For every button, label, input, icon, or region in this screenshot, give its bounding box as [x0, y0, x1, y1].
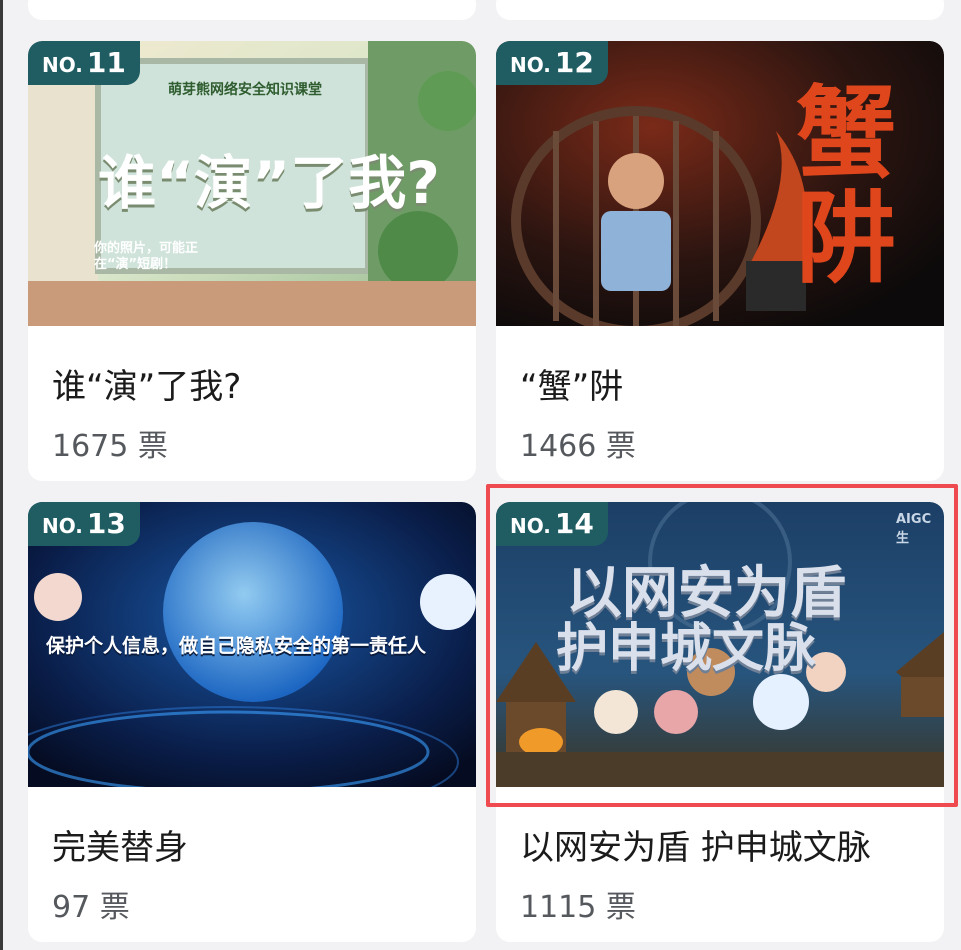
- rank-number: 11: [86, 46, 126, 79]
- rank-number: 12: [554, 46, 594, 79]
- rank-prefix: NO.: [510, 53, 551, 77]
- rank-prefix: NO.: [510, 514, 551, 538]
- rank-badge: NO. 12: [496, 41, 608, 85]
- card-partial-left[interactable]: [28, 0, 476, 20]
- rank-badge: NO. 13: [28, 502, 140, 546]
- entry-title[interactable]: “蟹”阱: [520, 359, 623, 408]
- thumb-caption-top: 萌芽熊网络安全知识课堂: [168, 82, 322, 98]
- rank-number: 14: [554, 507, 594, 540]
- thumb-watermark: AIGC生: [896, 512, 932, 546]
- entry-title[interactable]: 完美替身: [52, 820, 188, 869]
- entry-title[interactable]: 谁“演”了我?: [52, 359, 241, 408]
- vote-count: 97 票: [52, 890, 130, 925]
- vote-count: 1466 票: [520, 429, 636, 464]
- entry-card-12[interactable]: 蟹阱 NO. 12 “蟹”阱 1466 票: [496, 41, 944, 481]
- card-partial-right[interactable]: [496, 0, 944, 20]
- vote-count: 1115 票: [520, 890, 636, 925]
- vote-count: 1675 票: [52, 429, 168, 464]
- entry-card-11[interactable]: 萌芽熊网络安全知识课堂 谁“演”了我? 你的照片，可能正在“演”短剧！ NO. …: [28, 41, 476, 481]
- thumb-headline-line2: 护申城文脉: [556, 619, 817, 679]
- rank-badge: NO. 14: [496, 502, 608, 546]
- rank-prefix: NO.: [42, 514, 83, 538]
- thumb-headline: 谁“演”了我?: [98, 149, 440, 217]
- thumb-headline: 保护个人信息，做自己隐私安全的第一责任人: [46, 635, 427, 657]
- rank-badge: NO. 11: [28, 41, 140, 85]
- entry-card-14[interactable]: AIGC生 以网安为盾 护申城文脉 NO. 14 以网安为盾 护申城文脉 111…: [496, 502, 944, 942]
- thumb-subtext: 你的照片，可能正在“演”短剧！: [94, 241, 199, 272]
- rank-prefix: NO.: [42, 53, 83, 77]
- rank-number: 13: [86, 507, 126, 540]
- window-edge: [0, 0, 3, 950]
- entry-card-13[interactable]: 保护个人信息，做自己隐私安全的第一责任人 NO. 13 完美替身 97 票: [28, 502, 476, 942]
- thumb-headline: 蟹阱: [796, 75, 896, 297]
- entry-title[interactable]: 以网安为盾 护申城文脉: [520, 820, 871, 869]
